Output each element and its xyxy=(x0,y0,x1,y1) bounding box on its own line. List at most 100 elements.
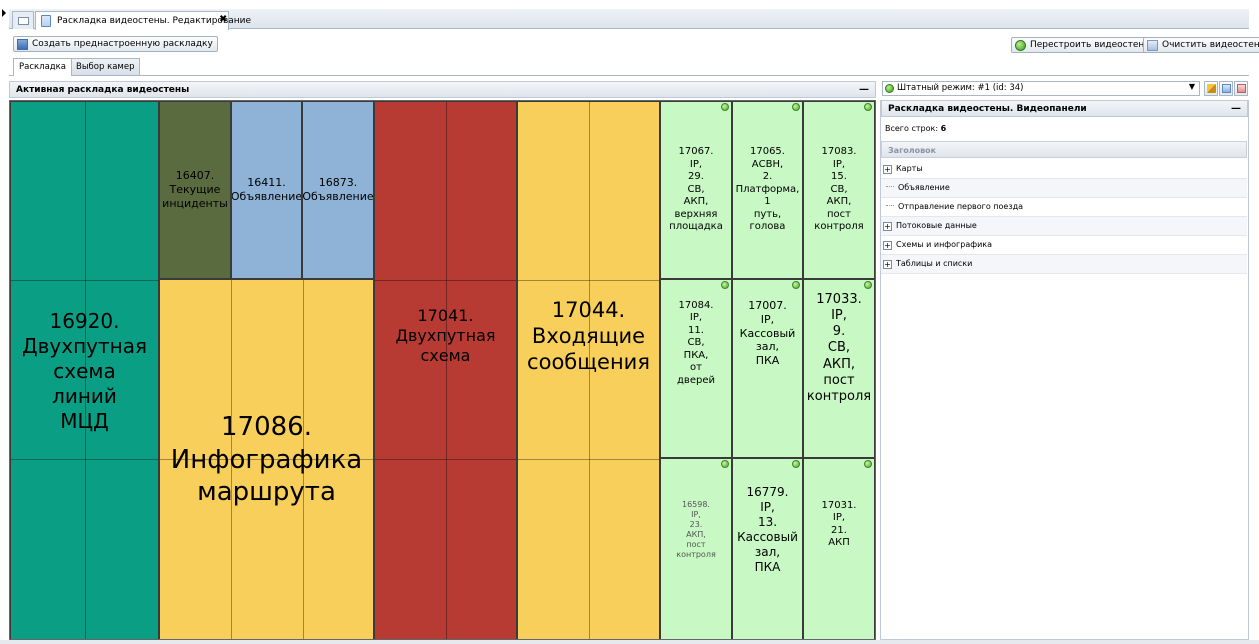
delete-document-icon xyxy=(1237,84,1246,93)
clear-icon xyxy=(1147,40,1158,51)
collapse-icon[interactable]: — xyxy=(1231,103,1241,114)
clear-videowall-label: Очистить видеостену xyxy=(1162,40,1259,50)
mouse-cursor xyxy=(2,9,6,17)
wall-panel-17041[interactable]: 17041. Двухпутная схема xyxy=(374,101,517,639)
expand-icon[interactable]: + xyxy=(883,260,892,269)
status-ok-icon xyxy=(721,103,729,111)
wall-panel-16411-label: 16411. Объявление xyxy=(231,176,302,203)
tree-connector xyxy=(886,205,894,206)
wall-panel-17083-label: 17083. IP, 15. СВ, АКП, пост контроля xyxy=(814,146,864,233)
wall-panel-16873-label: 16873. Объявление xyxy=(302,176,374,203)
tree-label: Таблицы и списки xyxy=(896,259,973,268)
add-mode-button[interactable] xyxy=(1219,81,1233,96)
videopanels-title: Раскладка видеостены. Видеопанели xyxy=(888,104,1087,114)
tree-label: Отправление первого поезда xyxy=(898,202,1024,211)
wall-panel-17033[interactable]: 17033. IP, 9. СВ, АКП, пост контроля xyxy=(803,279,875,458)
rebuild-videowall-label: Перестроить видеостену xyxy=(1030,40,1150,50)
wall-panel-17083[interactable]: 17083. IP, 15. СВ, АКП, пост контроля xyxy=(803,101,875,279)
wall-panel-16779-label: 16779. IP, 13. Кассовый зал, ПКА xyxy=(737,484,798,574)
status-ok-icon xyxy=(792,281,800,289)
bottom-bar xyxy=(0,640,1259,644)
delete-mode-button[interactable] xyxy=(1234,81,1248,96)
tree-label: Схемы и инфографика xyxy=(896,240,992,249)
wall-panel-17067-label: 17067. IP, 29. СВ, АКП, верхняя площадка xyxy=(669,146,723,233)
add-document-icon xyxy=(1222,84,1231,93)
wall-panel-16873[interactable]: 16873. Объявление xyxy=(302,101,374,279)
expand-icon[interactable]: + xyxy=(883,222,892,231)
mail-tab[interactable] xyxy=(12,11,34,29)
row-count-value: 6 xyxy=(940,124,947,133)
active-layout-header: Активная раскладка видеостены — xyxy=(9,81,876,98)
wall-panel-16598[interactable]: 16598. IP, 23. АКП, пост контроля xyxy=(660,458,732,639)
tree-group-schemes[interactable]: + Схемы и инфографика xyxy=(881,236,1247,255)
wall-panel-17031-label: 17031. IP, 21. АКП xyxy=(821,499,857,549)
wall-panel-16920[interactable]: 16920. Двухпутная схема линий МЦД xyxy=(10,101,159,639)
status-ok-icon xyxy=(792,460,800,468)
status-ok-icon xyxy=(721,460,729,468)
row-count: Всего строк: 6 xyxy=(885,124,946,133)
wall-panel-17007[interactable]: 17007. IP, Кассовый зал, ПКА xyxy=(732,279,803,458)
create-preset-layout-button[interactable]: Создать преднастроенную раскладку xyxy=(13,36,218,52)
mode-select-value: Штатный режим: #1 (id: 34) xyxy=(897,83,1024,93)
status-ok-icon xyxy=(792,103,800,111)
tree-group-tables[interactable]: + Таблицы и списки xyxy=(881,255,1247,274)
videopanels-header: Раскладка видеостены. Видеопанели — xyxy=(881,100,1248,117)
tabs-divider xyxy=(9,75,1249,76)
check-circle-icon xyxy=(885,84,894,93)
mode-select[interactable]: Штатный режим: #1 (id: 34) ▼ xyxy=(882,81,1200,96)
tree-label: Объявление xyxy=(898,183,950,192)
wall-panel-17041-label: 17041. Двухпутная схема xyxy=(395,306,496,365)
dropdown-arrow-icon[interactable]: ▼ xyxy=(1189,82,1195,91)
wall-panel-16598-label: 16598. IP, 23. АКП, пост контроля xyxy=(676,499,716,559)
wall-panel-16407[interactable]: 16407. Текущие инциденты xyxy=(159,101,231,279)
wall-panel-17044[interactable]: 17044. Входящие сообщения xyxy=(517,101,660,639)
document-tab-strip: Раскладка видеостены. Редактирование ✖ xyxy=(9,9,1249,30)
column-header-title[interactable]: Заголовок xyxy=(881,141,1247,158)
wall-panel-17084-label: 17084. IP, 11. СВ, ПКА, от дверей xyxy=(677,299,715,386)
videowall-layout: 16920. Двухпутная схема линий МЦД 16407.… xyxy=(9,100,876,640)
wall-panel-17086-label: 17086. Инфографика маршрута xyxy=(170,412,363,508)
wall-panel-17007-label: 17007. IP, Кассовый зал, ПКА xyxy=(739,299,796,368)
rebuild-videowall-button[interactable]: Перестроить видеостену ▼ xyxy=(1011,37,1165,53)
wall-panel-17065[interactable]: 17065. АСВН, 2. Платформа, 1 путь, голов… xyxy=(732,101,803,279)
status-ok-icon xyxy=(864,103,872,111)
wall-panel-16407-label: 16407. Текущие инциденты xyxy=(162,169,228,210)
wall-panel-17033-label: 17033. IP, 9. СВ, АКП, пост контроля xyxy=(806,291,872,405)
column-header-label: Заголовок xyxy=(888,146,937,155)
close-tab-icon[interactable]: ✖ xyxy=(219,14,227,25)
wall-panel-17084[interactable]: 17084. IP, 11. СВ, ПКА, от дверей xyxy=(660,279,732,458)
tree-group-maps[interactable]: + Карты xyxy=(881,160,1247,179)
status-ok-icon xyxy=(864,281,872,289)
wall-panel-17086[interactable]: 17086. Инфографика маршрута xyxy=(159,279,374,639)
tree-connector xyxy=(886,186,894,187)
wall-panel-17031[interactable]: 17031. IP, 21. АКП xyxy=(803,458,875,639)
tree-group-stream-data[interactable]: + Потоковые данные xyxy=(881,217,1247,236)
expand-icon[interactable]: + xyxy=(883,165,892,174)
wall-panel-17044-label: 17044. Входящие сообщения xyxy=(527,297,650,375)
clear-videowall-button[interactable]: Очистить видеостену xyxy=(1143,37,1259,53)
wall-panel-16411[interactable]: 16411. Объявление xyxy=(231,101,302,279)
status-ok-icon xyxy=(864,460,872,468)
save-icon xyxy=(17,39,28,50)
tab-layout-editing[interactable]: Раскладка видеостены. Редактирование ✖ xyxy=(35,11,251,30)
row-count-label: Всего строк: xyxy=(885,124,939,133)
tab-layout[interactable]: Раскладка xyxy=(13,58,73,76)
check-circle-icon xyxy=(1015,40,1026,51)
tree-leaf-first-train[interactable]: Отправление первого поезда xyxy=(881,198,1247,217)
wall-panel-17067[interactable]: 17067. IP, 29. СВ, АКП, верхняя площадка xyxy=(660,101,732,279)
tree-label: Карты xyxy=(896,164,923,173)
wall-panel-16779[interactable]: 16779. IP, 13. Кассовый зал, ПКА xyxy=(732,458,803,639)
tree-label: Потоковые данные xyxy=(896,221,977,230)
collapse-icon[interactable]: — xyxy=(859,84,869,95)
wall-panel-16920-label: 16920. Двухпутная схема линий МЦД xyxy=(21,308,147,433)
pencil-icon xyxy=(1207,84,1216,93)
tree-leaf-announcement[interactable]: Объявление xyxy=(881,179,1247,198)
expand-icon[interactable]: + xyxy=(883,241,892,250)
status-ok-icon xyxy=(721,281,729,289)
wall-panel-17065-label: 17065. АСВН, 2. Платформа, 1 путь, голов… xyxy=(735,146,800,233)
tab-camera-selection[interactable]: Выбор камер xyxy=(70,58,141,75)
create-preset-layout-label: Создать преднастроенную раскладку xyxy=(32,39,213,49)
document-icon xyxy=(41,15,51,27)
active-layout-title: Активная раскладка видеостены xyxy=(16,85,190,95)
edit-mode-button[interactable] xyxy=(1204,81,1218,96)
